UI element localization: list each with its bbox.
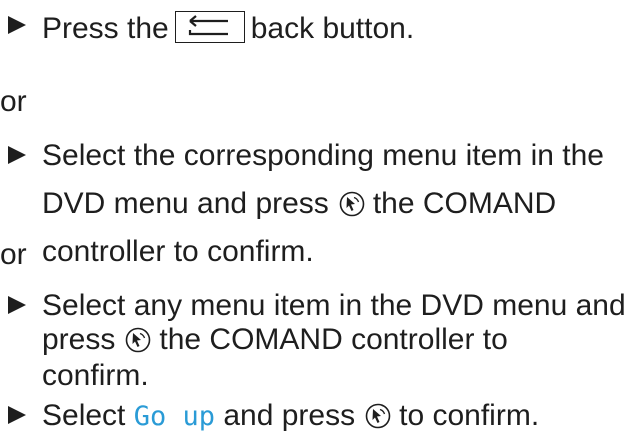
bullet-arrow-icon: [8, 146, 26, 164]
instruction-text: press: [42, 323, 116, 356]
bullet-arrow-icon: [8, 296, 26, 314]
instruction-text: and press: [223, 399, 356, 432]
comand-controller-press-icon: [125, 327, 151, 353]
instruction-item-1: Press the back button.: [42, 11, 414, 44]
or-separator: or: [0, 238, 27, 271]
instruction-item-2-line-3: controller to confirm.: [42, 235, 314, 268]
or-separator: or: [0, 85, 27, 118]
comand-controller-press-icon: [365, 403, 391, 429]
instruction-item-4: Select Go up and press to confirm.: [42, 401, 539, 431]
instruction-text: DVD menu and press: [42, 187, 329, 220]
instruction-item-3-line-2: press the COMAND controller to: [42, 325, 508, 355]
back-button-icon: [174, 11, 245, 43]
bullet-arrow-icon: [8, 406, 26, 424]
instruction-item-3-line-3: confirm.: [42, 359, 149, 392]
instruction-text: back button.: [250, 12, 415, 45]
instruction-item-3-line-1: Select any menu item in the DVD menu and: [42, 289, 626, 322]
instruction-text: Press the: [42, 12, 169, 45]
instruction-text: the COMAND controller to: [159, 323, 508, 356]
instruction-item-2-line-2: DVD menu and press the COMAND: [42, 189, 556, 219]
instruction-text: Select: [42, 399, 126, 432]
menu-item-go-up: Go up: [133, 401, 216, 432]
comand-controller-press-icon: [339, 191, 365, 217]
instruction-text: to confirm.: [399, 399, 540, 432]
bullet-arrow-icon: [8, 16, 26, 34]
instruction-text: the COMAND: [372, 187, 557, 220]
instruction-item-2-line-1: Select the corresponding menu item in th…: [42, 139, 604, 172]
